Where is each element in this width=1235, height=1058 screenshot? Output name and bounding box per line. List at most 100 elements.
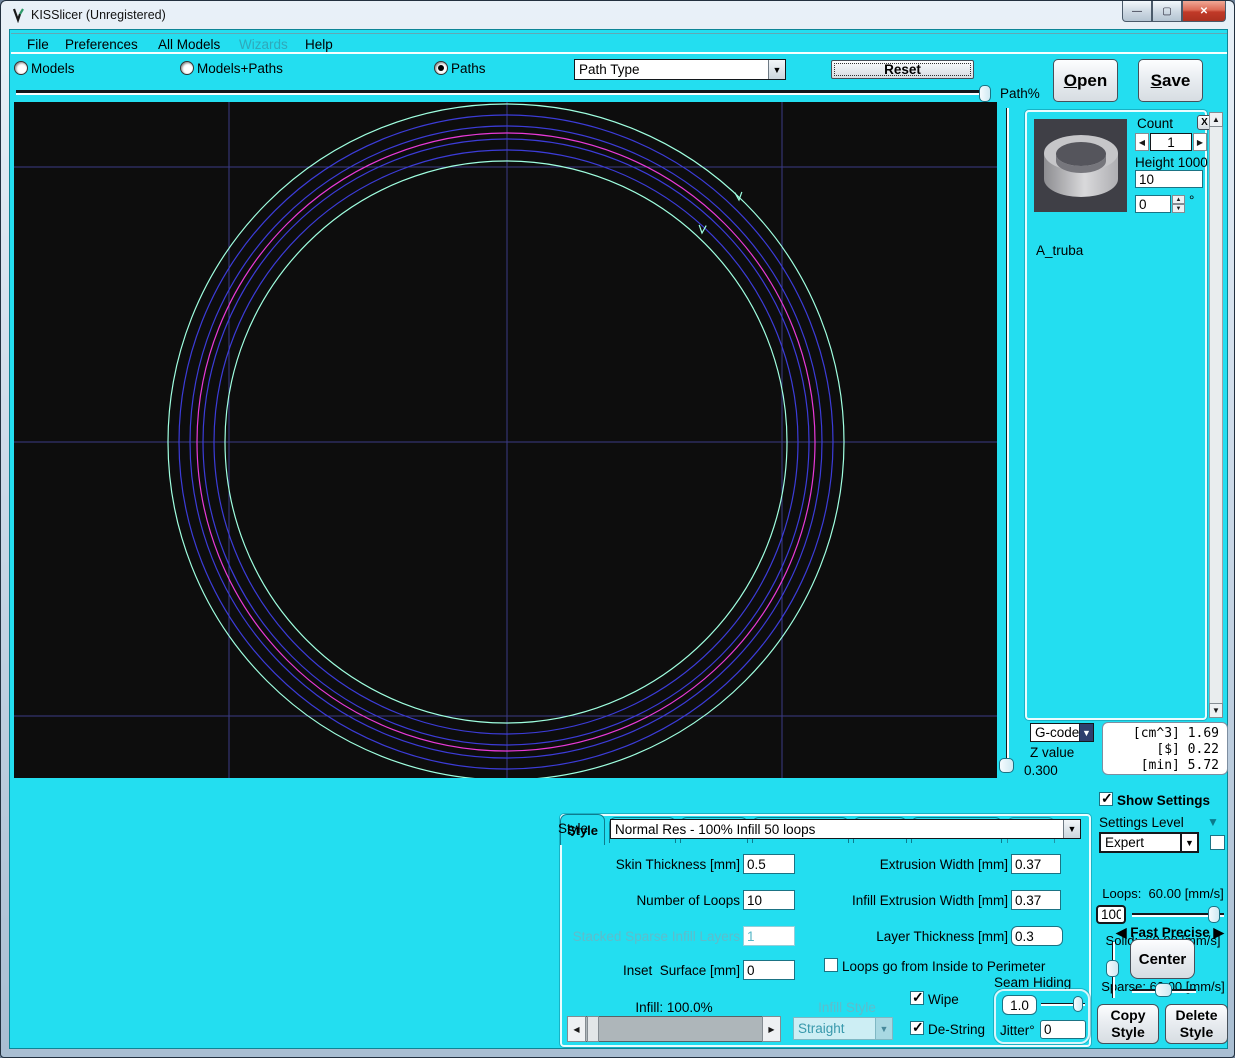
settings-extra-checkbox[interactable] [1210, 835, 1225, 850]
jitter-input[interactable] [1040, 1020, 1086, 1039]
models-panel: A_truba Count X ◀ ▶ Height 1000 ▲ ▼ ° [1025, 110, 1207, 720]
inset-surface-input[interactable] [743, 960, 795, 980]
skin-thickness-label: Skin Thickness [mm] [560, 857, 740, 873]
open-button[interactable]: Open [1053, 59, 1118, 102]
settings-level-select[interactable]: Expert ▼ [1099, 832, 1199, 853]
menu-bar: File Preferences All Models Wizards Help [11, 33, 1227, 54]
height-input[interactable] [1135, 170, 1203, 188]
infill-style-select: Straight ▼ [793, 1017, 893, 1040]
down-arrow-icon: ▼ [1176, 206, 1182, 212]
gcode-select-value: G-code [1035, 725, 1079, 740]
destring-label: De-String [928, 1022, 985, 1038]
menu-item-all-models[interactable]: All Models [158, 37, 220, 52]
path-type-select[interactable]: Path Type ▼ [574, 59, 786, 80]
left-arrow-icon: ◀ [1139, 138, 1145, 147]
chevron-down-icon[interactable]: ▼ [1079, 724, 1093, 741]
precise-arrow-icon[interactable]: ▶ [1214, 925, 1224, 940]
menu-item-file[interactable]: File [27, 37, 49, 52]
print-stats-box: [cm^3] 1.69 [$] 0.22 [min] 5.72 [1102, 722, 1228, 775]
settings-level-label: Settings Level [1099, 815, 1184, 831]
right-arrow-icon: ▶ [1197, 138, 1203, 147]
rotation-input[interactable] [1135, 195, 1171, 213]
up-arrow-icon: ▲ [1176, 197, 1182, 203]
settings-collapse-icon[interactable]: ▼ [1207, 815, 1219, 829]
loops-inside-checkbox[interactable] [824, 958, 838, 972]
rotation-spin-up[interactable]: ▲ [1172, 195, 1185, 204]
quality-slider-thumb[interactable] [1208, 906, 1220, 923]
count-label: Count [1137, 116, 1173, 132]
radio-models-paths-label: Models+Paths [197, 61, 283, 77]
maximize-button[interactable]: ▢ [1152, 1, 1182, 22]
seam-slider-thumb[interactable] [1073, 996, 1083, 1012]
open-label: Open [1064, 71, 1107, 91]
reset-button[interactable]: Reset [831, 60, 974, 79]
left-vertical-slider-thumb[interactable] [1106, 960, 1119, 977]
quality-value-input[interactable] [1096, 905, 1126, 924]
loops-inside-label: Loops go from Inside to Perimeter [842, 959, 1045, 975]
extrusion-width-label: Extrusion Width [mm] [760, 857, 1008, 873]
rotation-spin-down[interactable]: ▼ [1172, 204, 1185, 213]
copy-style-label: Copy Style [1106, 1007, 1150, 1042]
minimize-button[interactable]: — [1122, 1, 1152, 22]
radio-paths[interactable] [434, 61, 448, 75]
stacked-sparse-infill-label: Stacked Sparse Infill Layers [558, 929, 740, 945]
show-settings-checkbox[interactable] [1099, 792, 1113, 806]
count-input[interactable] [1150, 133, 1192, 151]
models-scrollbar[interactable] [1209, 112, 1223, 718]
infill-scrollbar-thumb[interactable] [587, 1016, 599, 1042]
scroll-right-icon: ▶ [768, 1025, 774, 1034]
menu-item-help[interactable]: Help [305, 37, 333, 52]
app-icon [11, 7, 27, 23]
z-value-thumb[interactable] [999, 758, 1014, 773]
radio-paths-label: Paths [451, 61, 486, 77]
destring-checkbox[interactable] [910, 1021, 924, 1035]
infill-extrusion-width-input[interactable] [1011, 890, 1061, 910]
path-preview-render [14, 102, 997, 778]
reset-label: Reset [884, 62, 921, 77]
fast-arrow-icon[interactable]: ◀ [1116, 925, 1126, 940]
layer-thickness-label: Layer Thickness [mm] [760, 929, 1008, 945]
layer-thickness-input[interactable] [1011, 926, 1063, 946]
infill-scroll-left-button[interactable]: ◀ [567, 1016, 586, 1042]
show-settings-label: Show Settings [1117, 793, 1210, 809]
model-thumbnail[interactable] [1034, 119, 1127, 212]
chevron-down-icon: ▼ [875, 1018, 892, 1039]
save-button[interactable]: Save [1138, 59, 1203, 102]
extrusion-width-input[interactable] [1011, 854, 1061, 874]
wipe-checkbox[interactable] [910, 991, 924, 1005]
jitter-label: Jitter° [1000, 1023, 1035, 1039]
count-increment-button[interactable]: ▶ [1193, 133, 1207, 151]
center-button[interactable]: Center [1130, 939, 1195, 979]
chevron-down-icon[interactable]: ▼ [1063, 820, 1080, 838]
radio-models-paths[interactable] [180, 61, 194, 75]
chevron-down-icon[interactable]: ▼ [768, 60, 785, 79]
infill-extrusion-width-label: Infill Extrusion Width [mm] [760, 893, 1008, 909]
wipe-label: Wipe [928, 992, 959, 1008]
radio-models[interactable] [14, 61, 28, 75]
count-decrement-button[interactable]: ◀ [1135, 133, 1149, 151]
menu-item-preferences[interactable]: Preferences [65, 37, 138, 52]
close-x-icon: X [1201, 117, 1208, 128]
z-value-slider[interactable] [1006, 108, 1009, 758]
bottom-horizontal-slider-thumb[interactable] [1155, 983, 1172, 997]
path-progress-slider[interactable] [16, 90, 990, 95]
style-select[interactable]: Normal Res - 100% Infill 50 loops ▼ [610, 819, 1081, 839]
gcode-select[interactable]: G-code ▼ [1030, 723, 1094, 742]
copy-style-button[interactable]: Copy Style [1097, 1004, 1159, 1044]
path-progress-thumb[interactable] [979, 85, 991, 102]
style-select-value: Normal Res - 100% Infill 50 loops [615, 822, 815, 837]
z-value: 0.300 [1024, 763, 1058, 779]
delete-style-label: Delete Style [1173, 1007, 1221, 1042]
seam-value-box[interactable]: 1.0 [1002, 995, 1037, 1015]
infill-scrollbar[interactable] [567, 1016, 781, 1042]
close-icon: ✕ [1200, 6, 1208, 17]
infill-scroll-right-button[interactable]: ▶ [762, 1016, 781, 1042]
close-button[interactable]: ✕ [1182, 1, 1226, 22]
models-scroll-up-button[interactable]: ▲ [1209, 112, 1223, 127]
models-scroll-down-button[interactable]: ▼ [1209, 703, 1223, 718]
degree-label: ° [1189, 193, 1194, 209]
path-preview-canvas[interactable] [14, 102, 997, 778]
chevron-down-icon[interactable]: ▼ [1180, 834, 1197, 851]
scroll-up-icon: ▲ [1212, 115, 1220, 124]
delete-style-button[interactable]: Delete Style [1165, 1004, 1228, 1044]
